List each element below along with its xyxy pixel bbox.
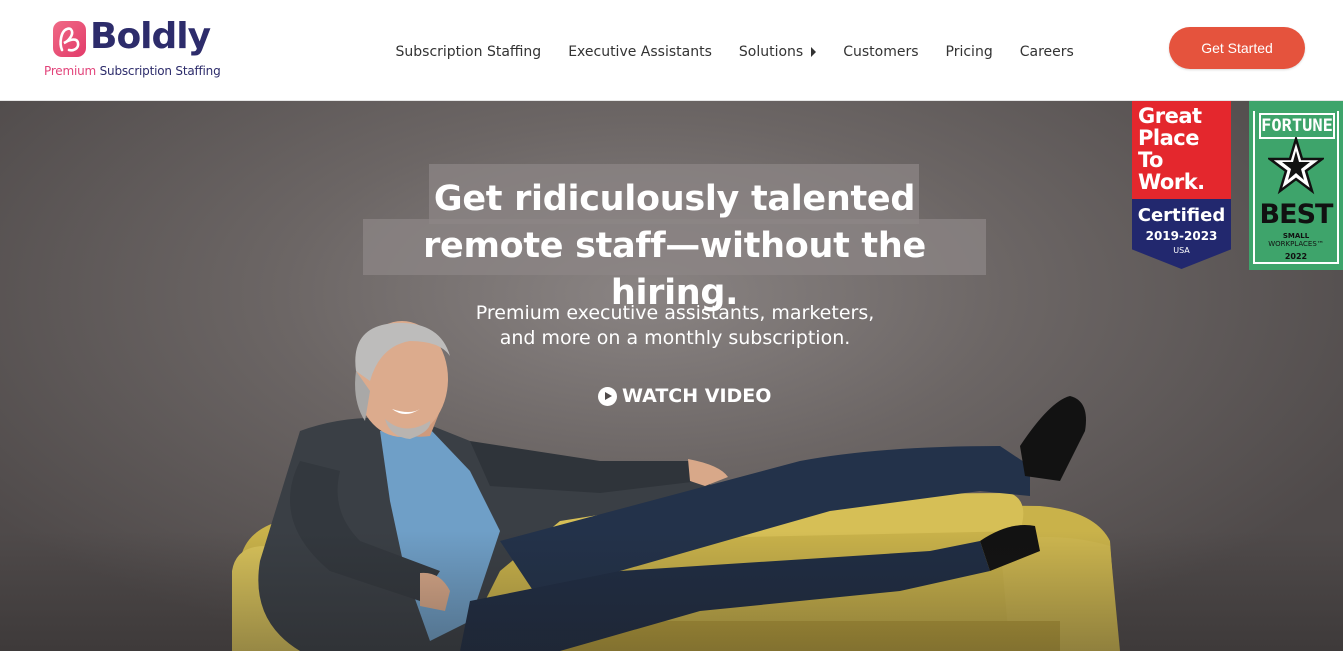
gptw-country: USA <box>1173 246 1190 255</box>
watch-video-link[interactable]: WATCH VIDEO <box>598 384 771 408</box>
gptw-line3: To <box>1138 148 1163 172</box>
fortune-year: 2022 <box>1284 252 1308 261</box>
fortune-best: BEST <box>1259 199 1334 230</box>
hero-subheadline-line2: and more on a monthly subscription. <box>499 327 851 349</box>
site-header: Boldly Premium Subscription Staffing Sub… <box>0 0 1343 101</box>
gptw-title: Great Place To Work. <box>1138 105 1205 193</box>
logo-tagline-rest: Subscription Staffing <box>99 64 221 78</box>
gptw-certified: Certified <box>1137 205 1226 226</box>
fortune-small: SMALL <box>1282 232 1310 240</box>
hero-floor-shade <box>0 531 1343 651</box>
boldly-logo-mark-icon <box>53 21 86 57</box>
hero-subheadline-line1: Premium executive assistants, marketers, <box>475 302 875 324</box>
hero-headline-line2: remote staff—without the hiring. <box>423 226 926 313</box>
hero-subheadline: Premium executive assistants, marketers,… <box>390 301 960 351</box>
gptw-line2: Place <box>1138 126 1199 150</box>
play-circle-icon <box>598 386 617 406</box>
gptw-years: 2019-2023 <box>1145 229 1218 243</box>
nav-solutions-label: Solutions <box>738 44 804 60</box>
nav-solutions[interactable]: Solutions <box>738 44 817 60</box>
hero-headline: Get ridiculously talented remote staff—w… <box>363 176 986 317</box>
nav-subscription-staffing[interactable]: Subscription Staffing <box>396 44 542 60</box>
fortune-workplaces: WORKPLACES™ <box>1268 240 1324 248</box>
nav-pricing[interactable]: Pricing <box>946 44 993 60</box>
logo-tagline: Premium Subscription Staffing <box>44 64 221 78</box>
logo-wordmark: Boldly <box>90 16 211 57</box>
nav-customers[interactable]: Customers <box>843 44 918 60</box>
gptw-line1: Great <box>1138 104 1202 128</box>
fortune-best-workplaces-badge[interactable]: FORTUNE BEST SMALL WORKPLACES™ 2022 <box>1249 101 1343 270</box>
great-place-to-work-badge[interactable]: Great Place To Work. Certified 2019-2023… <box>1132 101 1231 271</box>
hero-section: Get ridiculously talented remote staff—w… <box>0 101 1343 651</box>
star-icon <box>1268 137 1324 195</box>
logo-tagline-accent: Premium <box>44 64 96 78</box>
gptw-red-block: Great Place To Work. <box>1132 101 1231 199</box>
gptw-line4: Work. <box>1138 170 1205 194</box>
boldly-logo[interactable]: Boldly Premium Subscription Staffing <box>44 16 234 82</box>
watch-video-label: WATCH VIDEO <box>622 385 772 407</box>
caret-right-icon <box>811 47 817 57</box>
get-started-button[interactable]: Get Started <box>1169 27 1305 69</box>
hero-headline-line1: Get ridiculously talented <box>433 179 916 219</box>
nav-executive-assistants[interactable]: Executive Assistants <box>568 44 712 60</box>
fortune-title: FORTUNE <box>1259 113 1335 139</box>
main-nav: Subscription Staffing Executive Assistan… <box>382 40 1087 64</box>
nav-careers[interactable]: Careers <box>1020 44 1074 60</box>
